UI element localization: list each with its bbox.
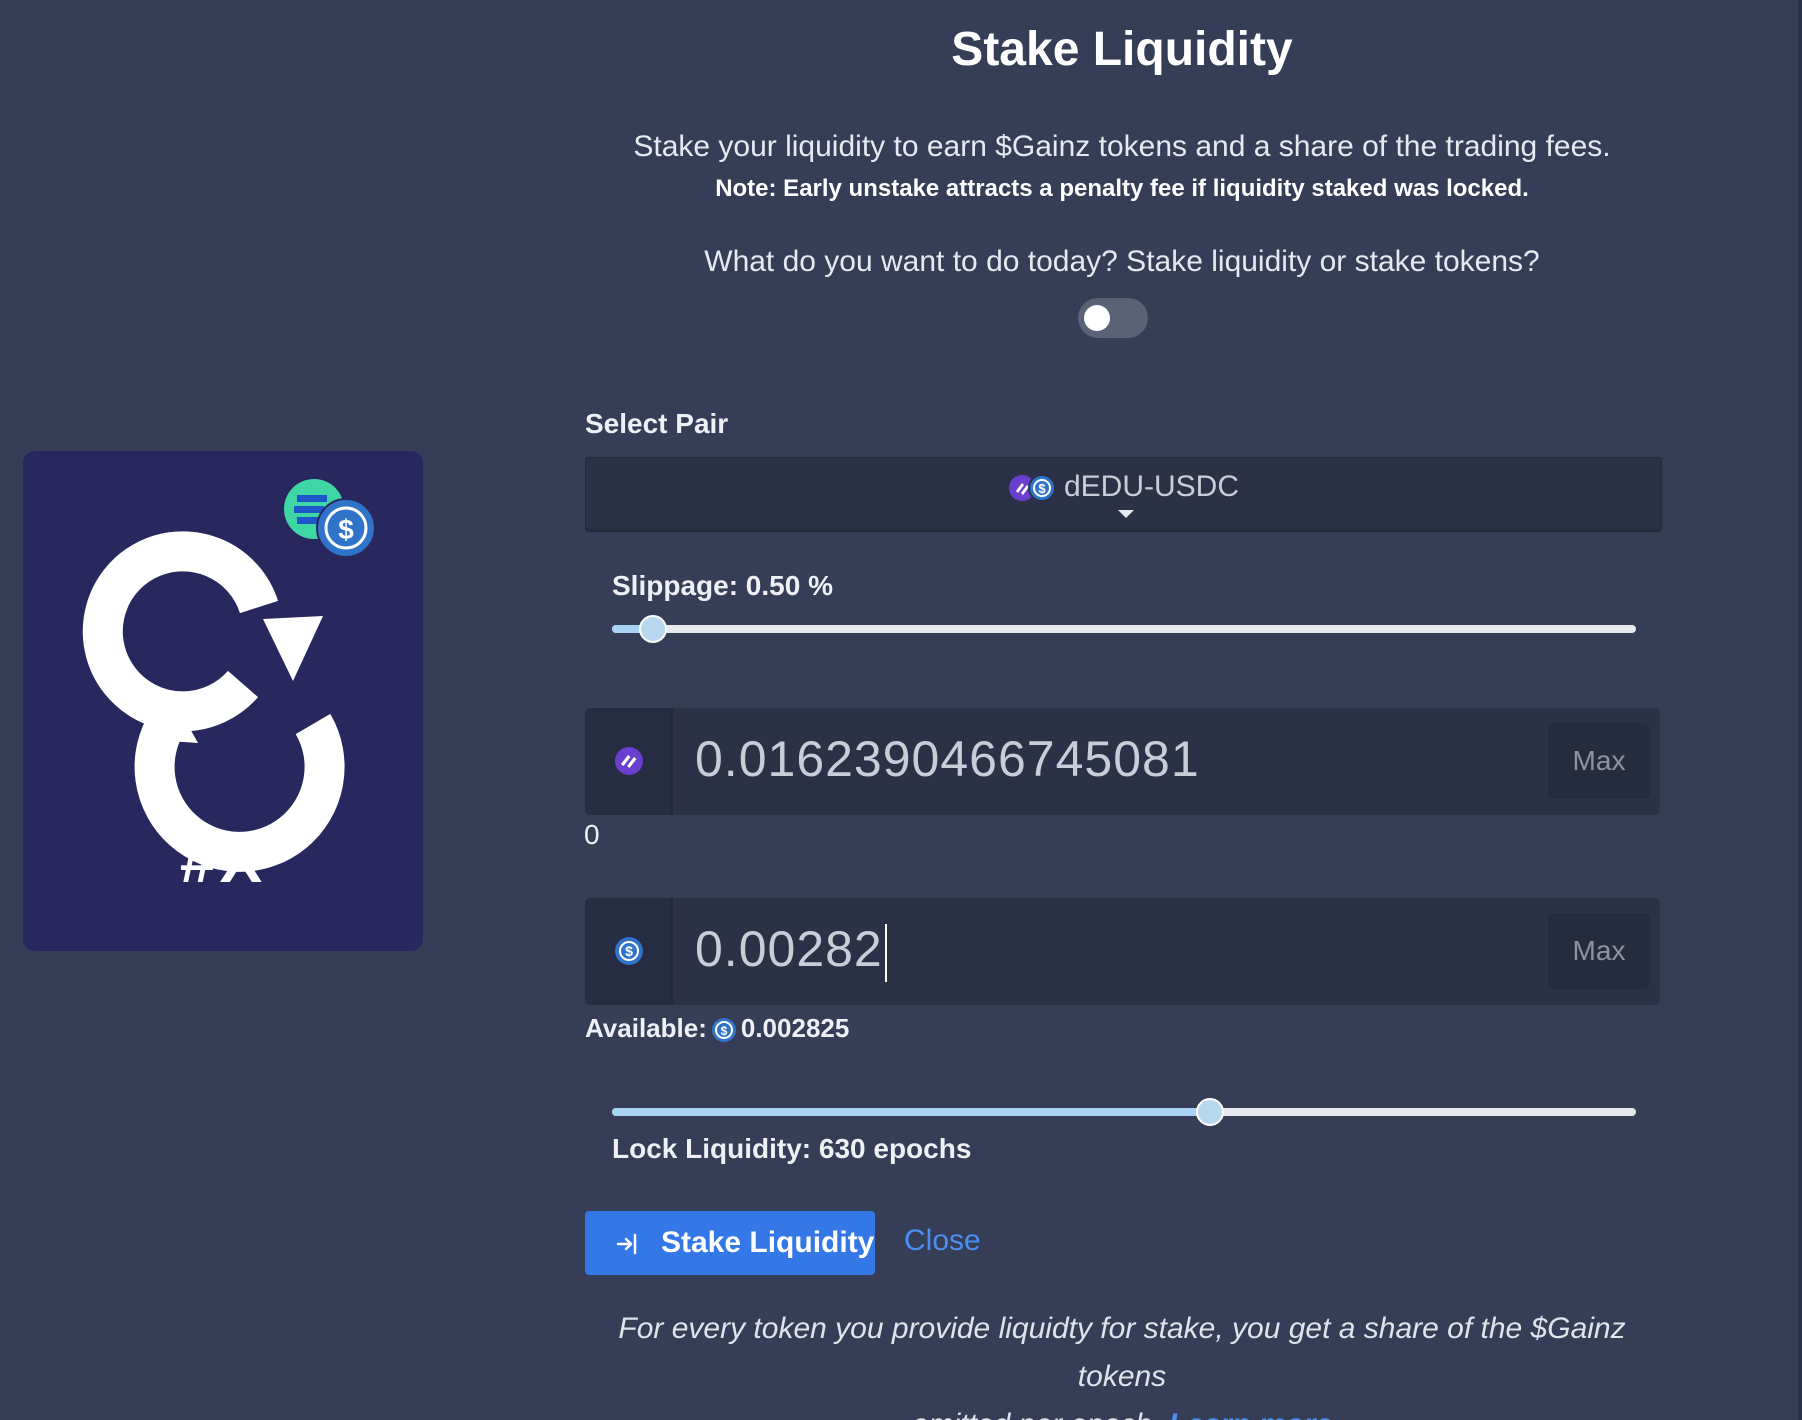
available-balance: Available: $ 0.002825 [585,1013,849,1044]
pool-logo-card: $ #X [23,451,423,951]
chevron-down-icon[interactable] [1118,510,1134,518]
slippage-thumb[interactable] [638,615,667,643]
dedu-token-icon [615,747,643,775]
right-edge [1798,0,1802,1420]
svg-text:$: $ [1038,481,1046,496]
mode-question: What do you want to do today? Stake liqu… [704,245,1540,278]
slippage-slider[interactable] [612,615,1636,643]
pair-icons: $ [1008,472,1058,504]
token-b-amount-input[interactable]: 0.00282 [695,920,887,982]
stake-liquidity-page: $ #X Stake Liquidity Stake your liquidit… [0,0,1802,1420]
page-subtitle: Stake your liquidity to earn $Gainz toke… [633,130,1611,163]
footer-line-2: emitted per epoch. [912,1408,1160,1420]
stake-liquidity-button[interactable]: Stake Liquidity [585,1211,875,1275]
enter-icon [616,1233,637,1255]
token-a-max-button[interactable]: Max [1548,723,1650,799]
lock-liquidity-slider[interactable] [612,1098,1636,1126]
svg-text:$: $ [338,514,354,545]
pair-select[interactable]: $ dEDU-USDC [585,457,1662,532]
select-pair-label: Select Pair [585,408,729,439]
usdc-icon: $ [711,1018,736,1043]
close-link[interactable]: Close [904,1224,981,1258]
slippage-label: Slippage: 0.50 % [612,570,833,601]
token-b-icon-cell: $ [585,898,673,1005]
token-b-max-button[interactable]: Max [1548,913,1650,989]
available-value: 0.002825 [740,1013,850,1043]
available-label: Available: [585,1013,707,1043]
stake-mode-toggle[interactable] [1078,298,1148,338]
page-title: Stake Liquidity [951,23,1293,76]
token-a-input-group: 0.0162390466745081 Max [585,708,1660,815]
token-b-input-group: $ 0.00282 Max [585,898,1660,1005]
learn-more-link[interactable]: Learn more [1169,1408,1332,1420]
lock-fill [612,1108,1211,1116]
selected-pair: dEDU-USDC [1063,470,1240,503]
token-a-amount-input[interactable]: 0.0162390466745081 [695,730,1200,788]
lock-liquidity-label: Lock Liquidity: 630 epochs [612,1133,972,1164]
svg-text:$: $ [721,1024,728,1038]
penalty-note: Note: Early unstake attracts a penalty f… [715,175,1529,202]
logo-label: #X [179,824,267,896]
stake-button-label: Stake Liquidity [661,1226,875,1259]
toggle-knob [1084,305,1110,331]
text-cursor [884,923,887,982]
footer-info: For every token you provide liquidty for… [586,1305,1658,1420]
svg-text:$: $ [625,943,633,959]
lock-thumb[interactable] [1196,1098,1225,1126]
token-b-amount-text: 0.00282 [695,921,883,977]
token-a-icon-cell [585,708,673,815]
usdc-token-icon: $ [615,937,643,965]
footer-line-1: For every token you provide liquidty for… [618,1312,1626,1393]
token-a-balance: 0 [584,819,600,850]
